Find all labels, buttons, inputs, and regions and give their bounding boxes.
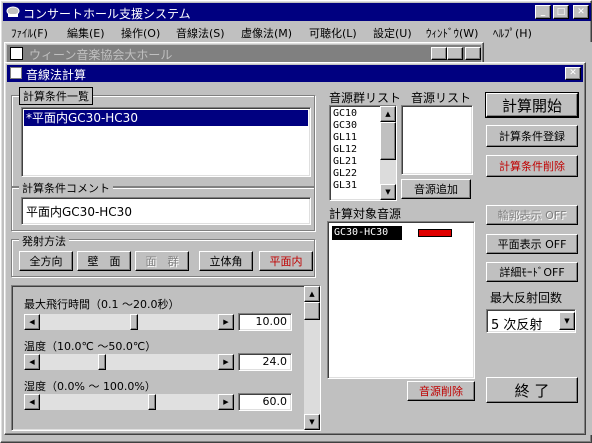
slider-right-icon[interactable]: ▶ bbox=[218, 354, 234, 370]
dialog-title: 音線法計算 bbox=[26, 68, 87, 82]
param-flight-value: 10.00 bbox=[255, 315, 288, 328]
param-temp-value: 24.0 bbox=[262, 355, 288, 368]
param-humidity-slider[interactable]: ◀ ▶ bbox=[24, 394, 234, 410]
bg-minimize-icon[interactable]: _ bbox=[431, 47, 447, 60]
param-humidity-label: 湿度（0.0% ～ 100.0%） bbox=[24, 380, 156, 393]
target-item[interactable]: GC30-HC30 bbox=[332, 226, 402, 240]
menu-image[interactable]: 虚像法(M) bbox=[241, 25, 292, 41]
slider-left-icon[interactable]: ◀ bbox=[24, 354, 40, 370]
emission-wall-button[interactable]: 壁 面 bbox=[77, 251, 131, 271]
dialog-title-bar: 音線法計算 ✕ bbox=[7, 65, 583, 82]
slider-thumb[interactable] bbox=[98, 354, 106, 370]
maximize-icon[interactable]: □ bbox=[553, 5, 569, 19]
param-temp-label: 温度（10.0℃ ～50.0℃） bbox=[24, 340, 157, 353]
menu-operation[interactable]: 操作(O) bbox=[121, 25, 160, 41]
app-icon bbox=[6, 5, 20, 18]
emission-label: 発射方法 bbox=[19, 233, 69, 249]
param-flight-slider[interactable]: ◀ ▶ bbox=[24, 314, 234, 330]
param-humidity-value: 60.0 bbox=[262, 395, 288, 408]
source-group-scrollbar[interactable]: ▲ ▼ bbox=[380, 106, 396, 200]
minimize-icon[interactable]: _ bbox=[535, 5, 551, 19]
params-scrollbar[interactable]: ▲ ▼ bbox=[304, 286, 320, 430]
doc-icon bbox=[10, 47, 23, 60]
scroll-down-icon[interactable]: ▼ bbox=[380, 184, 396, 200]
emission-surface-group-button[interactable]: 面 群 bbox=[135, 251, 189, 271]
start-calc-button[interactable]: 計算開始 bbox=[485, 92, 579, 118]
param-temp-input[interactable]: 24.0 bbox=[238, 353, 292, 371]
source-group-list[interactable]: GC10 GC30 GL11 GL12 GL21 GL22 GL31 ▲ ▼ bbox=[329, 105, 397, 201]
param-flight-input[interactable]: 10.00 bbox=[238, 313, 292, 331]
dialog-close-icon[interactable]: ✕ bbox=[565, 67, 581, 80]
menu-ray[interactable]: 音線法(S) bbox=[176, 25, 225, 41]
emission-all-button[interactable]: 全方向 bbox=[19, 251, 73, 271]
delete-source-button[interactable]: 音源削除 bbox=[407, 381, 475, 401]
close-icon[interactable]: ✕ bbox=[573, 5, 589, 19]
menu-settings[interactable]: 設定(U) bbox=[373, 25, 412, 41]
main-title-bar: コンサートホール支援システム _ □ ✕ bbox=[3, 3, 591, 21]
reflection-label: 最大反射回数 bbox=[490, 291, 563, 305]
reflection-value: 5 次反射 bbox=[491, 318, 543, 333]
slider-right-icon[interactable]: ▶ bbox=[218, 314, 234, 330]
target-list[interactable]: GC30-HC30 bbox=[327, 221, 475, 379]
slider-thumb[interactable] bbox=[148, 394, 156, 410]
slider-right-icon[interactable]: ▶ bbox=[218, 394, 234, 410]
menu-audible[interactable]: 可聴化(L) bbox=[309, 25, 357, 41]
menu-file[interactable]: ﾌｧｲﾙ(F) bbox=[11, 25, 48, 41]
app-title: コンサートホール支援システム bbox=[23, 7, 191, 21]
menu-help[interactable]: ﾍﾙﾌﾟ(H) bbox=[493, 25, 532, 41]
conditions-label: 計算条件一覧 bbox=[19, 87, 93, 105]
detail-mode-button[interactable]: 詳細ﾓｰﾄﾞOFF bbox=[486, 262, 578, 282]
emission-solid-angle-button[interactable]: 立体角 bbox=[199, 251, 253, 271]
bg-maximize-icon[interactable]: □ bbox=[447, 47, 463, 60]
emission-plane-button[interactable]: 平面内 bbox=[259, 251, 313, 271]
source-list-label: 音源リスト bbox=[411, 91, 472, 105]
background-title-bar: ウィーン音楽協会大ホール _ □ ✕ bbox=[7, 45, 481, 62]
close-button[interactable]: 終 了 bbox=[486, 377, 578, 403]
scroll-up-icon[interactable]: ▲ bbox=[304, 286, 320, 302]
comment-input-value: 平面内GC30-HC30 bbox=[26, 205, 132, 219]
menu-bar: ﾌｧｲﾙ(F) 編集(E) 操作(O) 音線法(S) 虚像法(M) 可聴化(L)… bbox=[3, 23, 591, 41]
background-title: ウィーン音楽協会大ホール bbox=[29, 48, 173, 62]
ray-calc-dialog: 音線法計算 ✕ 計算条件一覧 *平面内GC30-HC30 計算条件コメント 平面… bbox=[4, 62, 586, 435]
register-condition-button[interactable]: 計算条件登録 bbox=[486, 125, 578, 147]
scroll-thumb[interactable] bbox=[380, 122, 396, 160]
chevron-down-icon[interactable]: ▼ bbox=[559, 312, 575, 330]
slider-thumb[interactable] bbox=[130, 314, 138, 330]
params-panel: 最大飛行時間（0.1 ～20.0秒） ◀ ▶ 10.00 温度（10.0℃ ～5… bbox=[11, 285, 321, 431]
param-flight-label: 最大飛行時間（0.1 ～20.0秒） bbox=[24, 298, 180, 311]
delete-condition-button[interactable]: 計算条件削除 bbox=[486, 155, 578, 177]
reflection-select[interactable]: 5 次反射 ▼ bbox=[486, 309, 576, 333]
menu-edit[interactable]: 編集(E) bbox=[67, 25, 105, 41]
add-source-button[interactable]: 音源追加 bbox=[401, 179, 471, 199]
conditions-item-label: *平面内GC30-HC30 bbox=[26, 111, 138, 125]
slider-left-icon[interactable]: ◀ bbox=[24, 314, 40, 330]
scroll-thumb[interactable] bbox=[304, 302, 320, 320]
scroll-up-icon[interactable]: ▲ bbox=[380, 106, 396, 122]
param-temp-slider[interactable]: ◀ ▶ bbox=[24, 354, 234, 370]
bg-close-icon[interactable]: ✕ bbox=[465, 47, 481, 60]
conditions-item[interactable]: *平面内GC30-HC30 bbox=[23, 109, 309, 127]
target-item-label: GC30-HC30 bbox=[334, 227, 389, 238]
menu-window[interactable]: ｳｨﾝﾄﾞｳ(W) bbox=[426, 25, 478, 41]
target-item-color bbox=[418, 229, 452, 237]
contour-toggle-button[interactable]: 輪郭表示 OFF bbox=[486, 205, 578, 225]
scroll-down-icon[interactable]: ▼ bbox=[304, 414, 320, 430]
dialog-icon bbox=[10, 67, 22, 79]
comment-label: 計算条件コメント bbox=[19, 180, 113, 196]
source-group-label: 音源群リスト bbox=[329, 91, 402, 105]
plane-toggle-button[interactable]: 平面表示 OFF bbox=[486, 234, 578, 254]
comment-input[interactable]: 平面内GC30-HC30 bbox=[21, 197, 311, 225]
target-label: 計算対象音源 bbox=[329, 207, 402, 221]
slider-left-icon[interactable]: ◀ bbox=[24, 394, 40, 410]
source-list[interactable] bbox=[401, 105, 473, 175]
main-vertical-scrollbar[interactable] bbox=[588, 42, 592, 435]
param-humidity-input[interactable]: 60.0 bbox=[238, 393, 292, 411]
conditions-list[interactable]: *平面内GC30-HC30 bbox=[21, 107, 311, 177]
